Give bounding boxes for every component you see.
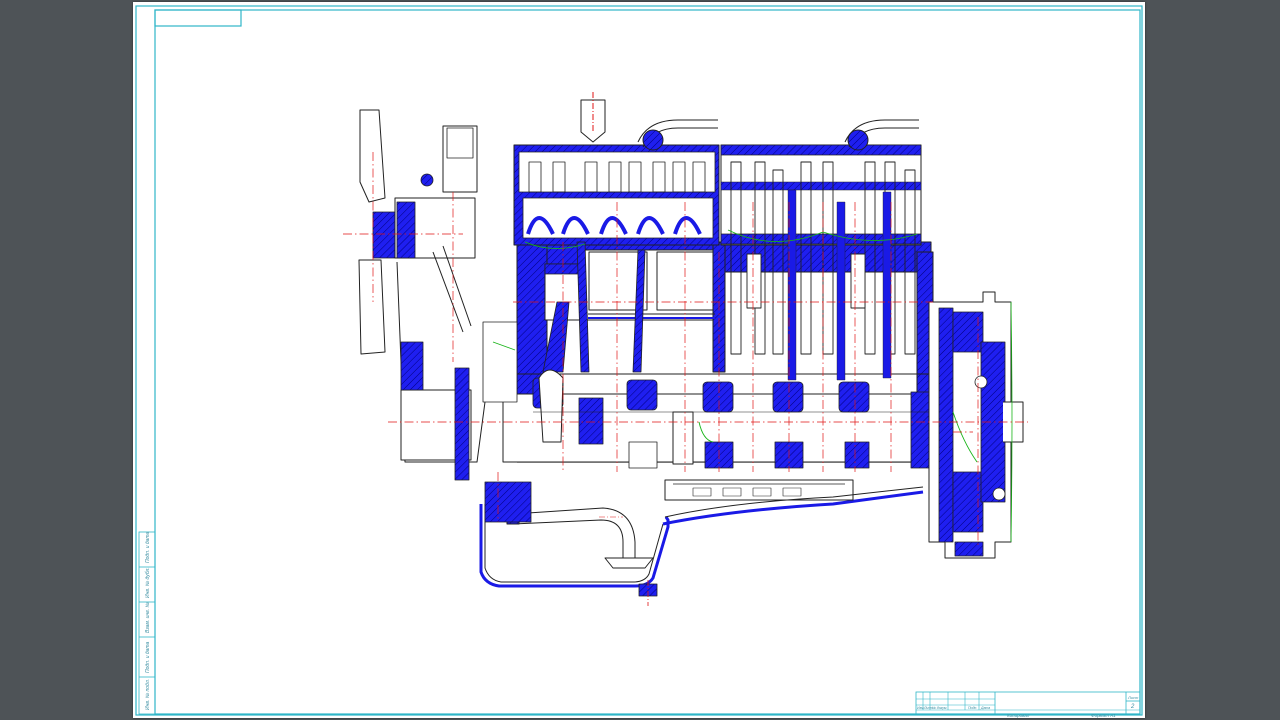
tb-sign: Подп. [968,706,977,710]
strip-label-4: Инв. № дубл. [145,567,151,598]
drawing-sheet: Инв. № подл. Подп. и дата Взам. инв. № И… [133,2,1145,718]
cylinder-head-left [513,144,720,246]
strip-label-3: Взам. инв. № [145,601,151,633]
strip-label-2: Подп. и дата [145,641,151,673]
left-binding-strip: Инв. № подл. Подп. и дата Взам. инв. № И… [138,531,156,715]
strip-label-1: Инв. № подл. [145,679,151,710]
tb-copied: Копировал [1007,713,1030,718]
engine-section-drawing [343,92,1028,606]
title-block: Изм. Лист № докум. Подп. Дата Лист 2 Коп… [915,691,1141,718]
strip-label-5: Подп. и дата [145,531,151,563]
tb-format: Формат A1 [1091,713,1116,718]
drawing-viewer: Инв. № подл. Подп. и дата Взам. инв. № И… [0,0,1280,720]
top-manifolds [580,92,919,151]
tb-sheet-label: Лист [1127,695,1139,700]
tb-sheet-number: 2 [1130,704,1135,710]
tb-date: Дата [980,706,990,710]
oil-pan [479,486,924,606]
tb-doc: № докум. [932,706,947,710]
crankshaft [502,369,942,469]
flywheel-housing [928,291,1024,559]
